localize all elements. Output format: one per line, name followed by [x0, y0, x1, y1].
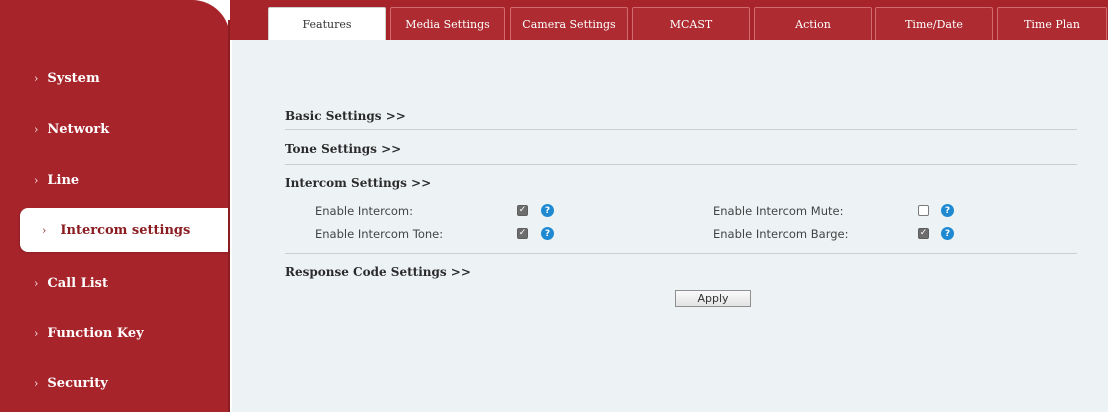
help-icon[interactable]: ?: [541, 204, 554, 217]
divider: [285, 253, 1077, 254]
enable-intercom-mute-label: Enable Intercom Mute:: [713, 204, 844, 218]
sidebar-item-system[interactable]: › System: [0, 53, 230, 103]
sidebar-item-intercom-settings[interactable]: › Intercom settings: [20, 208, 230, 252]
sidebar-item-label: Function Key: [47, 325, 144, 341]
tab-time-date[interactable]: Time/Date: [875, 7, 993, 40]
apply-button[interactable]: Apply: [675, 290, 751, 307]
sidebar-item-label: Network: [47, 121, 110, 137]
tone-settings-link[interactable]: Tone Settings >>: [285, 142, 401, 156]
sidebar-item-label: Intercom settings: [60, 222, 191, 238]
tab-mcast[interactable]: MCAST: [632, 7, 750, 40]
sidebar-item-call-list[interactable]: › Call List: [0, 258, 230, 308]
sidebar-item-label: Call List: [47, 275, 108, 291]
intercom-settings-link[interactable]: Intercom Settings >>: [285, 176, 431, 190]
response-code-settings-link[interactable]: Response Code Settings >>: [285, 265, 471, 279]
tab-bar: Features Media Settings Camera Settings …: [230, 0, 1108, 40]
tab-time-plan[interactable]: Time Plan: [997, 7, 1107, 40]
divider: [285, 164, 1077, 165]
sidebar-item-label: System: [47, 70, 100, 86]
sidebar-item-network[interactable]: › Network: [0, 104, 230, 154]
chevron-right-icon: ›: [42, 223, 47, 237]
tab-camera-settings[interactable]: Camera Settings: [510, 7, 628, 40]
sidebar-item-label: Security: [47, 375, 108, 391]
sidebar-item-label: Line: [47, 172, 80, 188]
chevron-right-icon: ›: [34, 173, 39, 187]
main-content: Basic Settings >> Tone Settings >> Inter…: [232, 40, 1108, 412]
sidebar-item-line[interactable]: › Line: [0, 155, 230, 205]
chevron-right-icon: ›: [34, 122, 39, 136]
help-icon[interactable]: ?: [941, 227, 954, 240]
enable-intercom-tone-checkbox[interactable]: ✓: [517, 228, 528, 239]
divider: [285, 129, 1077, 130]
sidebar-nav: › System › Network › Line › Intercom set…: [0, 0, 230, 412]
chevron-right-icon: ›: [34, 71, 39, 85]
sidebar-item-function-key[interactable]: › Function Key: [0, 308, 230, 358]
basic-settings-link[interactable]: Basic Settings >>: [285, 109, 406, 123]
enable-intercom-label: Enable Intercom:: [315, 204, 414, 218]
help-icon[interactable]: ?: [941, 204, 954, 217]
enable-intercom-mute-checkbox[interactable]: [918, 205, 929, 216]
sidebar-item-security[interactable]: › Security: [0, 358, 230, 408]
enable-intercom-barge-label: Enable Intercom Barge:: [713, 227, 849, 241]
chevron-right-icon: ›: [34, 326, 39, 340]
chevron-right-icon: ›: [34, 376, 39, 390]
help-icon[interactable]: ?: [541, 227, 554, 240]
enable-intercom-barge-checkbox[interactable]: ✓: [918, 228, 929, 239]
tab-features[interactable]: Features: [268, 7, 386, 40]
enable-intercom-checkbox[interactable]: ✓: [517, 205, 528, 216]
tab-action[interactable]: Action: [754, 7, 872, 40]
tab-media-settings[interactable]: Media Settings: [390, 7, 505, 40]
chevron-right-icon: ›: [34, 276, 39, 290]
enable-intercom-tone-label: Enable Intercom Tone:: [315, 227, 444, 241]
